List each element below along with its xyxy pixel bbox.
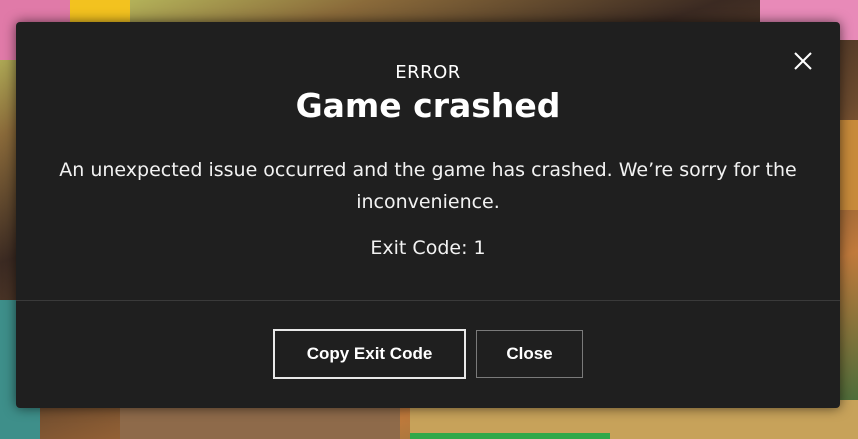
- close-button[interactable]: Close: [476, 330, 583, 378]
- error-message: An unexpected issue occurred and the gam…: [59, 159, 797, 213]
- dialog-title: Game crashed: [295, 86, 561, 125]
- error-label: ERROR: [395, 62, 461, 83]
- crash-dialog: ERROR Game crashed An unexpected issue o…: [16, 22, 840, 408]
- background-art: [70, 0, 130, 22]
- background-art: [410, 433, 610, 439]
- divider: [16, 300, 840, 301]
- exit-code-text: Exit Code: 1: [370, 237, 486, 259]
- background-art: [120, 405, 400, 439]
- copy-exit-code-button[interactable]: Copy Exit Code: [273, 329, 466, 379]
